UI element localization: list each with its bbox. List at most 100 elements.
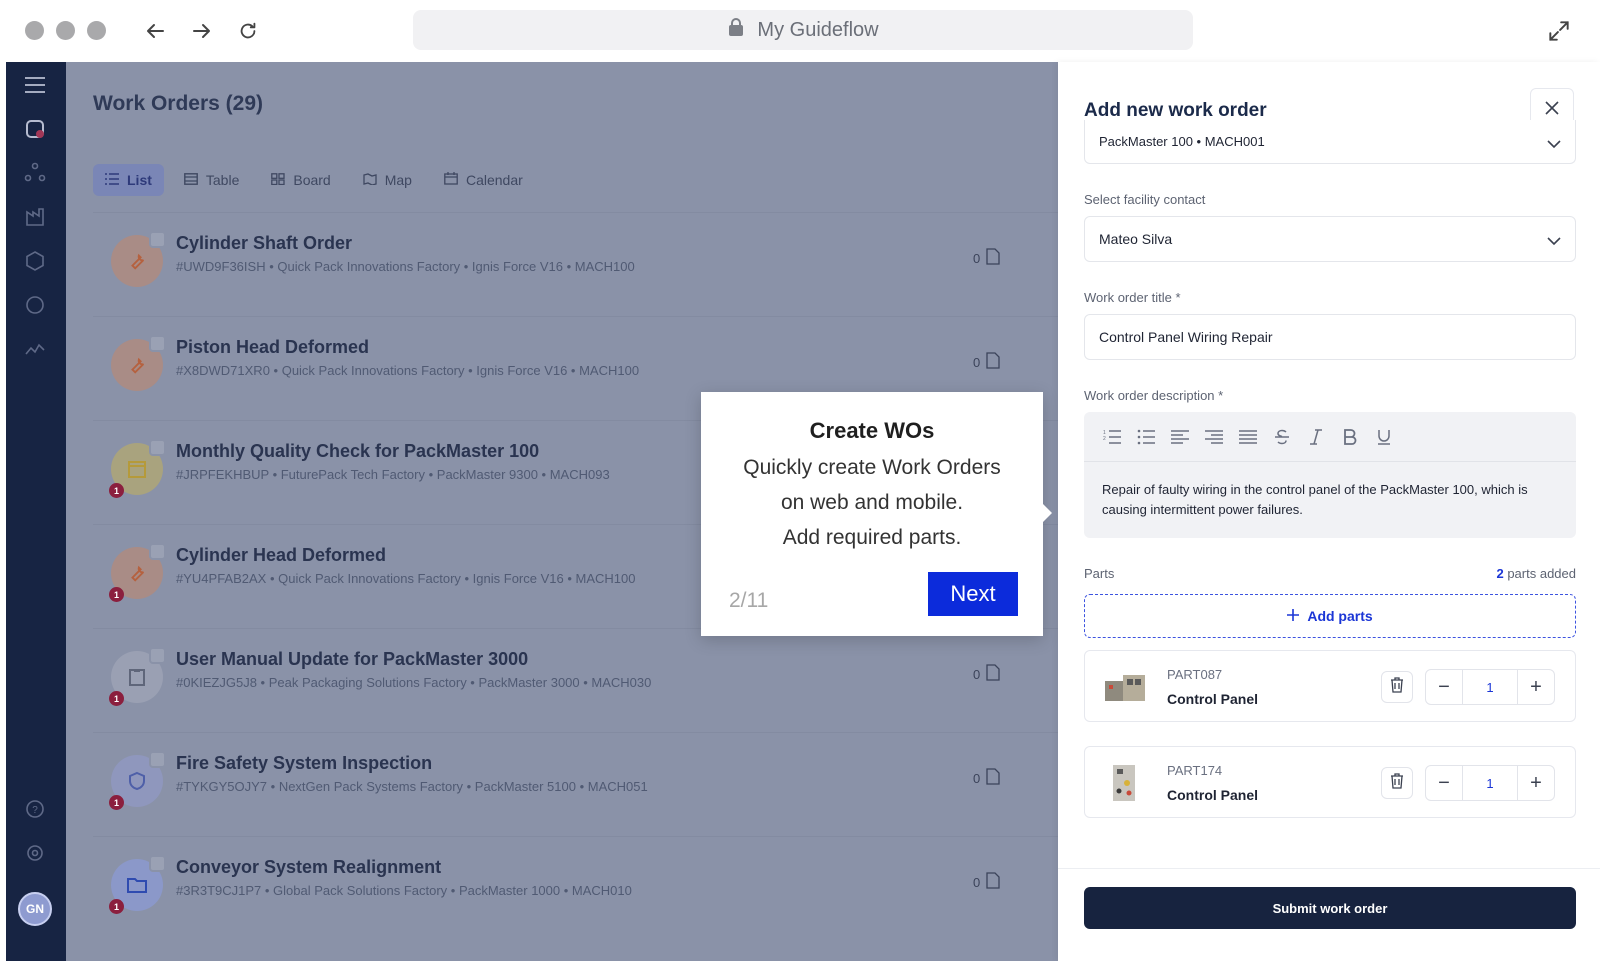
strikethrough-icon[interactable] xyxy=(1272,427,1292,447)
window-zoom-dot[interactable] xyxy=(87,21,106,40)
machine-select[interactable]: PackMaster 100 • MACH001 xyxy=(1084,120,1576,164)
type-marker xyxy=(149,231,166,248)
facility-contact-select[interactable]: Mateo Silva xyxy=(1084,216,1576,262)
part-code: PART174 xyxy=(1167,763,1223,778)
increment-button[interactable]: + xyxy=(1518,670,1554,704)
table-row[interactable]: 1 Fire Safety System Inspection #TYKGY5O… xyxy=(93,732,1064,836)
quantity-stepper: − 1 + xyxy=(1425,765,1555,801)
part-card: PART087 Control Panel − 1 + xyxy=(1084,650,1576,722)
quantity-value[interactable]: 1 xyxy=(1462,670,1518,704)
lock-icon xyxy=(727,17,745,43)
type-marker xyxy=(149,543,166,560)
board-icon xyxy=(271,172,286,188)
type-marker xyxy=(149,647,166,664)
forward-arrow-icon[interactable] xyxy=(187,16,217,46)
svg-text:2: 2 xyxy=(1103,436,1106,442)
avatar[interactable]: GN xyxy=(18,892,52,926)
bullet-list-icon[interactable] xyxy=(1136,427,1156,447)
part-name: Control Panel xyxy=(1167,691,1259,707)
help-icon[interactable]: ? xyxy=(20,794,50,824)
3d-box-icon[interactable] xyxy=(20,246,50,276)
table-icon xyxy=(183,172,198,188)
work-orders-icon[interactable] xyxy=(20,114,50,144)
description-editor[interactable]: 12 Repair of faulty wiring in the contro… xyxy=(1084,412,1576,538)
align-right-icon[interactable] xyxy=(1204,427,1224,447)
network-icon[interactable] xyxy=(20,158,50,188)
work-order-title-input[interactable]: Control Panel Wiring Repair xyxy=(1084,314,1576,360)
control-panel-thumbnail xyxy=(1103,665,1149,709)
gear-icon[interactable] xyxy=(20,838,50,868)
tooltip-title: Create WOs xyxy=(809,418,935,443)
tab-map[interactable]: Map xyxy=(351,164,424,196)
address-bar[interactable]: My Guideflow xyxy=(413,10,1193,50)
tab-board[interactable]: Board xyxy=(259,164,342,196)
alert-badge: 1 xyxy=(109,587,124,602)
attachment-count: 0 xyxy=(973,768,1000,788)
window-minimize-dot[interactable] xyxy=(56,21,75,40)
underline-icon[interactable] xyxy=(1374,427,1394,447)
list-icon xyxy=(105,172,119,188)
parts-added-count: 2 parts added xyxy=(1496,566,1576,581)
menu-icon[interactable] xyxy=(20,70,50,100)
expand-icon[interactable] xyxy=(1546,18,1574,46)
table-row[interactable]: 1 User Manual Update for PackMaster 3000… xyxy=(93,628,1064,732)
factory-icon[interactable] xyxy=(20,202,50,232)
description-text: Repair of faulty wiring in the control p… xyxy=(1102,482,1528,517)
part-name: Control Panel xyxy=(1167,787,1259,803)
type-marker xyxy=(149,855,166,872)
delete-part-button[interactable] xyxy=(1381,671,1413,703)
control-panel-thumbnail xyxy=(1103,761,1149,805)
decrement-button[interactable]: − xyxy=(1426,766,1462,800)
delete-part-button[interactable] xyxy=(1381,767,1413,799)
ordered-list-icon[interactable]: 12 xyxy=(1102,427,1122,447)
align-justify-icon[interactable] xyxy=(1238,427,1258,447)
quantity-stepper: − 1 + xyxy=(1425,669,1555,705)
window-close-dot[interactable] xyxy=(25,21,44,40)
tab-table[interactable]: Table xyxy=(172,164,251,196)
chevron-down-icon xyxy=(1547,233,1561,249)
page-url-title: My Guideflow xyxy=(757,18,879,41)
part-card: PART174 Control Panel − 1 + xyxy=(1084,746,1576,818)
view-switcher: List Table Board Map Calendar xyxy=(93,164,535,196)
table-row[interactable]: 1 Conveyor System Realignment #3R3T9CJ1P… xyxy=(93,836,1064,940)
quantity-value[interactable]: 1 xyxy=(1462,766,1518,800)
calendar-icon xyxy=(444,172,458,188)
svg-text:?: ? xyxy=(32,805,38,816)
add-work-order-panel: Add new work order PackMaster 100 • MACH… xyxy=(1058,62,1600,961)
alert-badge: 1 xyxy=(109,691,124,706)
file-icon xyxy=(986,768,1000,788)
alert-badge: 1 xyxy=(109,795,124,810)
reload-icon[interactable] xyxy=(233,16,263,46)
editor-toolbar: 12 xyxy=(1084,412,1576,462)
increment-button[interactable]: + xyxy=(1518,766,1554,800)
ai-icon[interactable] xyxy=(20,290,50,320)
title-label: Work order title * xyxy=(1084,290,1181,305)
map-icon xyxy=(363,172,377,188)
browser-chrome: My Guideflow xyxy=(0,0,1600,62)
attachment-count: 0 xyxy=(973,664,1000,684)
attachment-count: 0 xyxy=(973,352,1000,372)
bold-icon[interactable] xyxy=(1340,427,1360,447)
back-arrow-icon[interactable] xyxy=(140,16,170,46)
plus-icon xyxy=(1287,608,1300,624)
tab-list[interactable]: List xyxy=(93,164,164,196)
table-row[interactable]: Cylinder Shaft Order #UWD9F36ISH • Quick… xyxy=(93,212,1064,316)
type-marker xyxy=(149,335,166,352)
part-code: PART087 xyxy=(1167,667,1223,682)
trash-icon xyxy=(1390,676,1404,698)
add-parts-button[interactable]: Add parts xyxy=(1084,594,1576,638)
decrement-button[interactable]: − xyxy=(1426,670,1462,704)
file-icon xyxy=(986,664,1000,684)
next-button[interactable]: Next xyxy=(928,572,1018,616)
trash-icon xyxy=(1390,772,1404,794)
submit-work-order-button[interactable]: Submit work order xyxy=(1084,887,1576,929)
analytics-icon[interactable] xyxy=(20,334,50,364)
file-icon xyxy=(986,352,1000,372)
type-marker xyxy=(149,439,166,456)
tab-calendar[interactable]: Calendar xyxy=(432,164,535,196)
align-left-icon[interactable] xyxy=(1170,427,1190,447)
italic-icon[interactable] xyxy=(1306,427,1326,447)
attachment-count: 0 xyxy=(973,248,1000,268)
footer-divider xyxy=(1058,868,1600,869)
tooltip-body: Quickly create Work Orders on web and mo… xyxy=(743,456,1001,549)
